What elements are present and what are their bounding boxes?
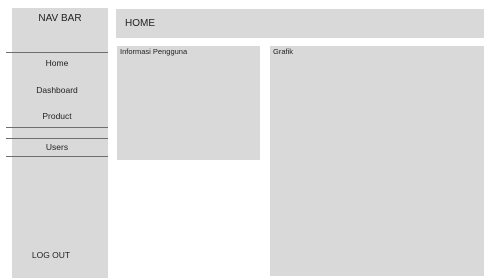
nav-item-dashboard[interactable]: Dashboard [6,80,108,100]
page-header: HOME [116,9,484,38]
nav-bar-title: NAV BAR [38,13,82,24]
nav-item-users-label: Users [45,142,69,152]
nav-item-home-label: Home [45,58,69,68]
nav-item-product-label: Product [42,111,72,121]
nav-divider [6,127,108,128]
nav-item-dashboard-label: Dashboard [36,85,78,95]
nav-item-product[interactable]: Product [6,106,108,126]
graph-panel: Grafik [270,46,484,276]
user-info-panel: Informasi Pengguna [117,46,260,160]
nav-divider [6,156,108,157]
graph-panel-title: Grafik [273,47,294,56]
page-title: HOME [125,18,155,29]
logout-button[interactable]: LOG OUT [0,248,102,262]
user-info-panel-title: Informasi Pengguna [120,47,188,56]
nav-item-home[interactable]: Home [6,53,108,73]
nav-item-users[interactable]: Users [6,137,108,157]
